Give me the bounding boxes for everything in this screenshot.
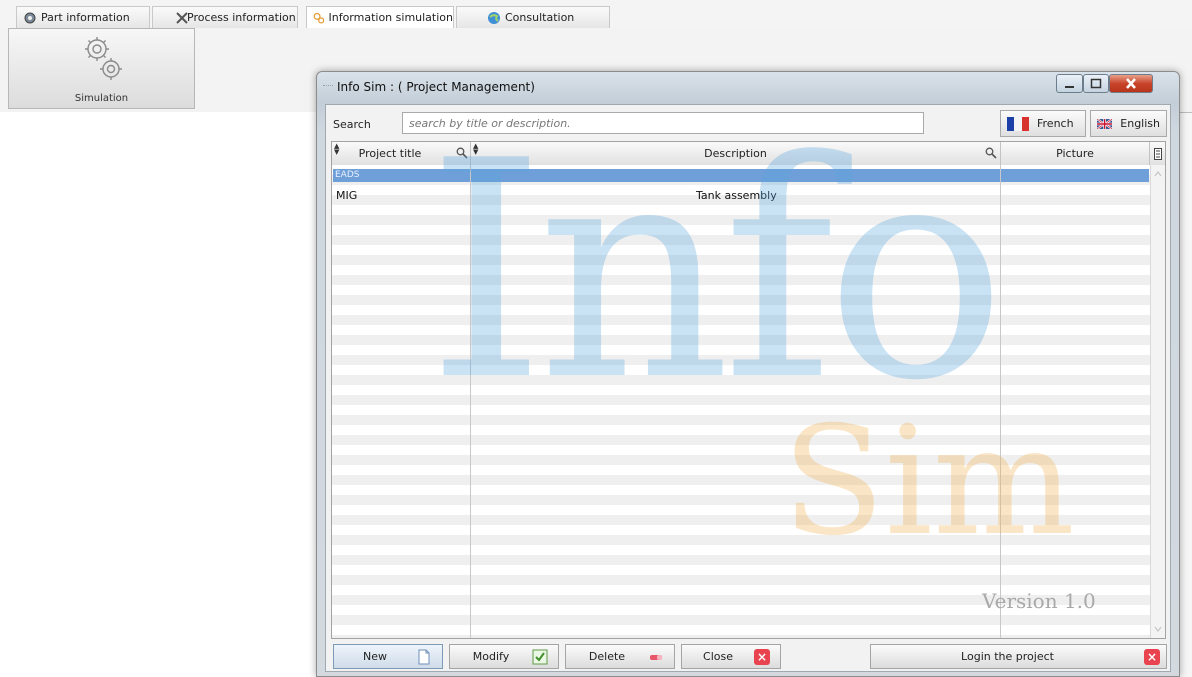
english-flag-icon — [1097, 117, 1113, 130]
minimize-button[interactable] — [1056, 74, 1083, 93]
tab-part-information[interactable]: Part information — [16, 6, 150, 28]
tab-label: Part information — [41, 11, 130, 24]
table-body: EADS MIG Tank assembly — [332, 165, 1150, 638]
english-button[interactable]: English — [1090, 110, 1167, 137]
sort-icon: ▲ ▼ — [334, 142, 340, 156]
tab-label: Process information — [187, 11, 296, 24]
window-icon — [323, 85, 333, 89]
english-label: English — [1120, 117, 1160, 130]
new-document-icon — [418, 649, 430, 664]
group-row[interactable]: EADS — [333, 169, 1149, 182]
tab-label: Consultation — [505, 11, 575, 24]
french-flag-icon — [1007, 116, 1029, 131]
tab-information-simulation[interactable]: Information simulation — [306, 6, 454, 28]
table-cell-title[interactable]: MIG — [336, 189, 357, 202]
column-divider — [1000, 165, 1001, 638]
table-cell-description[interactable]: Tank assembly — [696, 189, 777, 202]
gears-icon — [313, 12, 325, 24]
column-header-picture[interactable]: Picture — [1001, 142, 1150, 165]
new-button[interactable]: New — [333, 644, 443, 669]
tools-icon — [176, 11, 188, 24]
column-chooser-icon — [1153, 147, 1162, 160]
maximize-button[interactable] — [1083, 74, 1109, 93]
project-management-window: Info Sim : ( Project Management) Search … — [316, 71, 1180, 677]
tab-label: Information simulation — [328, 11, 453, 24]
simulation-button[interactable]: Simulation — [8, 28, 195, 109]
french-button[interactable]: French — [1000, 110, 1086, 137]
close-icon — [1126, 78, 1136, 89]
vertical-scrollbar[interactable] — [1150, 165, 1165, 638]
close-icon: × — [754, 648, 770, 665]
project-table: ▲ ▼ Project title ▲ ▼ Description Picture … — [331, 141, 1166, 639]
search-input[interactable] — [402, 112, 924, 134]
modify-button[interactable]: Modify — [449, 644, 559, 669]
table-header: ▲ ▼ Project title ▲ ▼ Description Picture — [332, 142, 1165, 166]
sort-icon: ▲ ▼ — [473, 142, 479, 156]
column-header-project-title[interactable]: ▲ ▼ Project title — [332, 142, 471, 165]
eraser-icon — [650, 654, 662, 660]
column-chooser-button[interactable] — [1150, 142, 1165, 165]
login-project-button[interactable]: Login the project × — [870, 644, 1167, 669]
column-header-description[interactable]: ▲ ▼ Description — [471, 142, 1001, 165]
top-tab-bar: Part information Process information Inf… — [0, 0, 1192, 30]
gears-icon — [85, 37, 122, 80]
window-content: Search French English ▲▼ Project title ▲… — [325, 104, 1171, 672]
close-icon: × — [1144, 648, 1160, 665]
search-label: Search — [333, 118, 371, 131]
scroll-arrows — [1154, 171, 1162, 632]
window-close-button[interactable] — [1109, 74, 1153, 93]
french-label: French — [1037, 117, 1074, 130]
checklist-icon — [532, 649, 548, 664]
simulation-label: Simulation — [74, 93, 129, 104]
column-divider — [470, 165, 471, 638]
delete-button[interactable]: Delete — [565, 644, 675, 669]
gear-globe-icon — [24, 12, 36, 23]
search-icon[interactable] — [985, 147, 997, 159]
window-title: Info Sim : ( Project Management) — [337, 80, 535, 94]
globe-icon — [488, 11, 500, 24]
tab-consultation[interactable]: Consultation — [456, 6, 610, 28]
minimize-icon — [1065, 86, 1074, 88]
search-icon[interactable] — [456, 147, 468, 159]
left-pane — [0, 112, 316, 677]
close-button[interactable]: Close × — [681, 644, 781, 669]
maximize-icon — [1090, 78, 1102, 89]
tab-process-information[interactable]: Process information — [152, 6, 298, 28]
